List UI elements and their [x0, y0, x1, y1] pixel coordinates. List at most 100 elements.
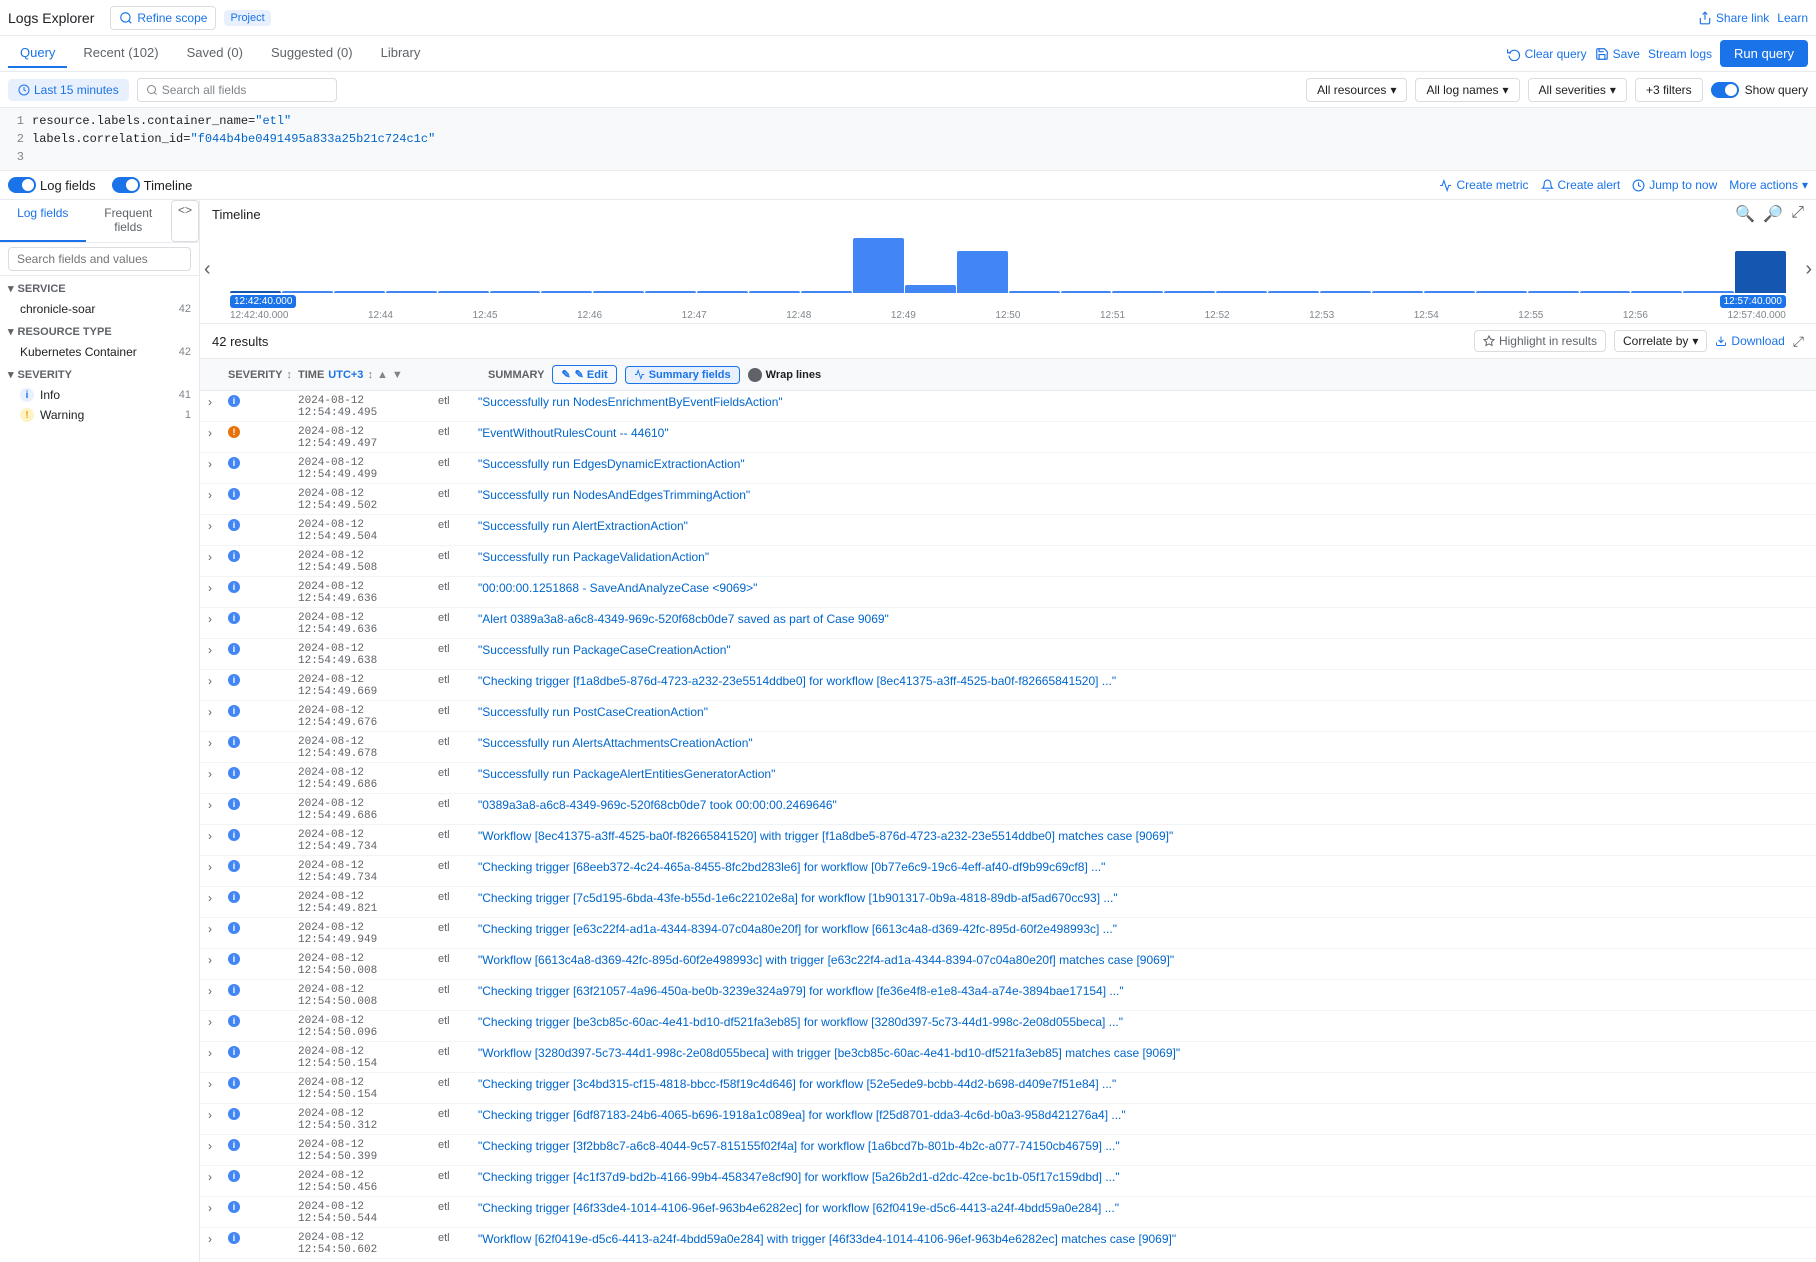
service-item-chronicle-soar[interactable]: chronicle-soar 42 [0, 299, 199, 319]
severity-section-header[interactable]: ▾ SEVERITY [0, 362, 199, 385]
tab-query[interactable]: Query [8, 39, 67, 68]
create-alert-button[interactable]: Create alert [1541, 178, 1621, 192]
create-metric-button[interactable]: Create metric [1439, 178, 1528, 192]
severity-item-info[interactable]: i Info 41 [0, 385, 199, 405]
row-expand-icon[interactable]: › [208, 951, 228, 967]
table-row[interactable]: › i 2024-08-12 12:54:49.502 etl "Success… [200, 484, 1816, 515]
chart-bar[interactable] [905, 285, 956, 293]
table-row[interactable]: › i 2024-08-12 12:54:49.676 etl "Success… [200, 701, 1816, 732]
row-expand-icon[interactable]: › [208, 1013, 228, 1029]
chart-bar[interactable] [1112, 291, 1163, 293]
table-row[interactable]: › i 2024-08-12 12:54:49.821 etl "Checkin… [200, 887, 1816, 918]
chart-bar[interactable] [1631, 291, 1682, 293]
chart-bar[interactable] [1009, 291, 1060, 293]
chart-bar[interactable] [1372, 291, 1423, 293]
row-expand-icon[interactable]: › [208, 734, 228, 750]
zoom-out-icon[interactable]: 🔎 [1763, 204, 1783, 224]
row-expand-icon[interactable]: › [208, 610, 228, 626]
table-row[interactable]: › i 2024-08-12 12:54:50.312 etl "Checkin… [200, 1104, 1816, 1135]
row-expand-icon[interactable]: › [208, 1044, 228, 1060]
row-expand-icon[interactable]: › [208, 703, 228, 719]
table-row[interactable]: › i 2024-08-12 12:54:49.495 etl "Success… [200, 391, 1816, 422]
table-row[interactable]: › i 2024-08-12 12:54:50.456 etl "Checkin… [200, 1166, 1816, 1197]
correlate-button[interactable]: Correlate by ▾ [1614, 330, 1707, 352]
all-log-names-dropdown[interactable]: All log names ▾ [1415, 78, 1519, 102]
table-row[interactable]: › i 2024-08-12 12:54:49.734 etl "Workflo… [200, 825, 1816, 856]
row-expand-icon[interactable]: › [208, 486, 228, 502]
jump-to-now-button[interactable]: Jump to now [1632, 178, 1717, 192]
table-row[interactable]: › i 2024-08-12 12:54:50.399 etl "Checkin… [200, 1135, 1816, 1166]
time-up-icon[interactable]: ▲ [377, 369, 388, 381]
chart-bar[interactable] [645, 291, 696, 293]
learn-button[interactable]: Learn [1777, 11, 1808, 25]
search-fields-input[interactable] [8, 247, 191, 271]
run-query-button[interactable]: Run query [1720, 40, 1808, 67]
left-tab-log-fields[interactable]: Log fields [0, 200, 86, 242]
table-row[interactable]: › i 2024-08-12 12:54:49.508 etl "Success… [200, 546, 1816, 577]
chart-bar[interactable] [230, 291, 281, 293]
chart-bar[interactable] [1268, 291, 1319, 293]
service-section-header[interactable]: ▾ SERVICE [0, 276, 199, 299]
highlight-button[interactable]: Highlight in results [1474, 330, 1606, 352]
chart-bar[interactable] [1580, 291, 1631, 293]
table-row[interactable]: › i 2024-08-12 12:54:50.544 etl "Checkin… [200, 1197, 1816, 1228]
row-expand-icon[interactable]: › [208, 424, 228, 440]
resource-type-item-kubernetes[interactable]: Kubernetes Container 42 [0, 342, 199, 362]
chart-bar[interactable] [1164, 291, 1215, 293]
table-row[interactable]: › ! 2024-08-12 12:54:49.497 etl "EventWi… [200, 422, 1816, 453]
search-input[interactable]: Search all fields [137, 78, 337, 102]
chart-bar[interactable] [1528, 291, 1579, 293]
chart-bar[interactable] [593, 291, 644, 293]
table-row[interactable]: › i 2024-08-12 12:54:49.678 etl "Success… [200, 732, 1816, 763]
chart-bar[interactable] [1216, 291, 1267, 293]
all-severities-dropdown[interactable]: All severities ▾ [1528, 78, 1627, 102]
severity-sort-icon[interactable]: ↕ [286, 369, 292, 381]
chart-bar[interactable] [853, 238, 904, 293]
summary-fields-button[interactable]: Summary fields [625, 366, 740, 384]
table-row[interactable]: › i 2024-08-12 12:54:49.686 etl "0389a3a… [200, 794, 1816, 825]
download-button[interactable]: Download [1715, 334, 1784, 348]
chart-bar[interactable] [541, 291, 592, 293]
row-expand-icon[interactable]: › [208, 1137, 228, 1153]
chart-bar[interactable] [334, 291, 385, 293]
table-row[interactable]: › i 2024-08-12 12:54:50.008 etl "Checkin… [200, 980, 1816, 1011]
row-expand-icon[interactable]: › [208, 1075, 228, 1091]
tab-saved[interactable]: Saved (0) [175, 39, 255, 68]
log-fields-toggle[interactable]: Log fields [8, 177, 96, 193]
row-expand-icon[interactable]: › [208, 641, 228, 657]
expand-icon[interactable]: ⤢ [1793, 333, 1804, 350]
time-down-icon[interactable]: ▼ [392, 369, 403, 381]
row-expand-icon[interactable]: › [208, 672, 228, 688]
row-expand-icon[interactable]: › [208, 1199, 228, 1215]
table-row[interactable]: › i 2024-08-12 12:54:49.669 etl "Checkin… [200, 670, 1816, 701]
chart-bar[interactable] [1683, 291, 1734, 293]
chart-bar[interactable] [282, 291, 333, 293]
chart-bar[interactable] [1735, 251, 1786, 293]
tab-suggested[interactable]: Suggested (0) [259, 39, 365, 68]
table-row[interactable]: › i 2024-08-12 12:54:50.096 etl "Checkin… [200, 1011, 1816, 1042]
row-expand-icon[interactable]: › [208, 517, 228, 533]
row-expand-icon[interactable]: › [208, 982, 228, 998]
row-expand-icon[interactable]: › [208, 455, 228, 471]
table-row[interactable]: › i 2024-08-12 12:54:50.008 etl "Workflo… [200, 949, 1816, 980]
table-row[interactable]: › i 2024-08-12 12:54:49.636 etl "00:00:0… [200, 577, 1816, 608]
chart-bar[interactable] [490, 291, 541, 293]
chart-bar[interactable] [1320, 291, 1371, 293]
save-button[interactable]: Save [1595, 47, 1640, 61]
edit-columns-button[interactable]: ✎✎ Edit [552, 365, 616, 384]
row-expand-icon[interactable]: › [208, 579, 228, 595]
row-expand-icon[interactable]: › [208, 765, 228, 781]
severity-item-warning[interactable]: ! Warning 1 [0, 405, 199, 425]
share-link-button[interactable]: Share link [1698, 11, 1769, 25]
table-row[interactable]: › i 2024-08-12 12:54:49.686 etl "Success… [200, 763, 1816, 794]
chart-bar[interactable] [386, 291, 437, 293]
chart-nav-left[interactable]: ‹ [204, 258, 211, 281]
table-row[interactable]: › i 2024-08-12 12:54:49.734 etl "Checkin… [200, 856, 1816, 887]
plus-filters-button[interactable]: +3 filters [1635, 78, 1703, 102]
chart-bar[interactable] [957, 251, 1008, 293]
wrap-lines-button[interactable]: Wrap lines [748, 368, 821, 382]
chart-bar[interactable] [697, 291, 748, 293]
row-expand-icon[interactable]: › [208, 1230, 228, 1246]
query-editor[interactable]: 1 resource.labels.container_name="etl" 2… [0, 108, 1816, 171]
show-query-toggle[interactable]: Show query [1711, 82, 1808, 98]
